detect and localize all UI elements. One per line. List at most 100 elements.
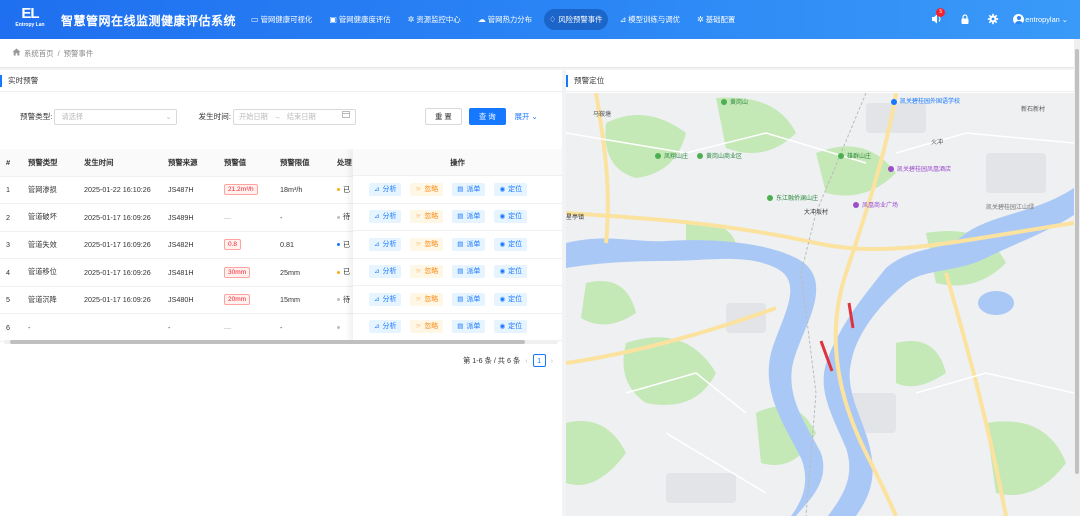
locate-button-label: 定位: [508, 240, 523, 248]
cloud-icon: ☁: [477, 15, 486, 24]
expand-label: 展开: [514, 112, 530, 121]
limit-text: 25mm: [280, 267, 300, 277]
cell-type: -: [24, 313, 80, 342]
dispatch-button[interactable]: ▤ 派单: [452, 320, 486, 334]
cell-status: [333, 313, 353, 342]
ignore-button[interactable]: ☞ 忽略: [410, 237, 444, 251]
dispatch-button-label: 派单: [466, 295, 481, 303]
locate-button[interactable]: ◉ 定位: [494, 265, 528, 279]
user-menu[interactable]: entropylan ⌄: [1013, 13, 1068, 25]
poi-label-l6: 黄岗山商业区: [706, 152, 742, 160]
locate-button[interactable]: ◉ 定位: [494, 182, 528, 196]
cell-time: 2025-01-22 16:10:26: [80, 176, 164, 204]
poi-label-l2: 凯关碧桂园外国语学校: [900, 97, 960, 105]
locate-button[interactable]: ◉ 定位: [494, 237, 528, 251]
cell-type: 管道破坏: [24, 203, 80, 232]
next-page-icon[interactable]: ›: [551, 356, 553, 365]
breadcrumb-home[interactable]: 系统首页: [24, 48, 54, 59]
limit-text: 18m³/h: [280, 185, 303, 195]
alert-type-select[interactable]: 请选择 ⌄: [54, 108, 178, 125]
ops-row: ⊿ 分析 ☞ 忽略 ▤ 派单 ◉ 定位: [353, 204, 562, 231]
dispatch-button[interactable]: ▤ 派单: [452, 210, 486, 224]
analyze-button[interactable]: ⊿ 分析: [369, 320, 402, 334]
page-vertical-scrollbar[interactable]: [1074, 39, 1080, 516]
ignore-button[interactable]: ☞ 忽略: [410, 320, 444, 334]
logo-text: Entropy Lan: [15, 22, 45, 28]
reset-button[interactable]: 重 置: [424, 108, 462, 125]
cell-value: 30mm: [220, 258, 276, 287]
expand-link[interactable]: 展开 ⌄: [515, 111, 538, 122]
column-header: 处理: [333, 149, 353, 177]
status-dot: [337, 243, 340, 247]
limit-text: 15mm: [280, 295, 300, 305]
cell-idx: 5: [0, 286, 24, 314]
page-1-button[interactable]: 1: [532, 354, 546, 367]
notification-bell-icon[interactable]: 5: [931, 8, 946, 25]
idx-text: 1: [6, 185, 10, 195]
nav-item-5[interactable]: ⊿ 模型训练与调优: [615, 9, 685, 30]
ignore-button[interactable]: ☞ 忽略: [410, 265, 444, 279]
dispatch-button[interactable]: ▤ 派单: [452, 265, 486, 279]
nav-item-1[interactable]: ▣ 管网健康度评估: [324, 9, 395, 30]
date-range-picker[interactable]: 开始日期 → 结束日期: [232, 108, 356, 125]
cell-limit: -: [276, 313, 333, 342]
analyze-button[interactable]: ⊿ 分析: [369, 237, 402, 251]
ignore-button[interactable]: ☞ 忽略: [410, 182, 444, 196]
alert-map[interactable]: 黄岗山 凤翔山庄 黄岗山商业区 雄群山庄 东江融侨澜山庄 凯关碧桂园外国语学校 …: [566, 93, 1074, 516]
locate-button[interactable]: ◉ 定位: [494, 292, 528, 306]
prev-page-icon[interactable]: ‹: [525, 356, 527, 365]
locate-button[interactable]: ◉ 定位: [494, 320, 528, 334]
system-title: 智慧管网在线监测健康评估系统: [61, 14, 237, 28]
logo[interactable]: EL Entropy Lan: [8, 5, 52, 35]
dispatch-button[interactable]: ▤ 派单: [452, 292, 486, 306]
cell-limit: 15mm: [276, 286, 333, 314]
nav-item-2[interactable]: ✲ 资源监控中心: [403, 9, 466, 30]
locate-button-label: 定位: [508, 213, 523, 221]
dispatch-button-label: 派单: [466, 185, 481, 193]
cell-type: 管道沉降: [24, 286, 80, 314]
map-panel: 预警定位 黄岗山 凤翔山庄 黄岗山商业区 雄群山庄 东江融侨澜山庄 凯关碧桂园外…: [566, 70, 1074, 516]
location-pin-icon: ◉: [499, 240, 506, 248]
alert-table: # 预警类型 发生时间 预警来源 预警值 预警限值 处理 1 管网渗损 2025-01-22 1…: [0, 149, 562, 343]
value-text: 0.8: [224, 239, 242, 251]
nav-item-4[interactable]: ♢ 风险预警事件: [544, 9, 608, 30]
chart-icon: ⊿: [374, 268, 380, 276]
value-text: —: [224, 322, 232, 332]
locate-button[interactable]: ◉ 定位: [494, 210, 528, 224]
dispatch-button[interactable]: ▤ 派单: [452, 237, 486, 251]
search-button[interactable]: 查 询: [468, 108, 506, 125]
nav-label: 资源监控中心: [416, 15, 461, 24]
horizontal-scrollbar[interactable]: [4, 340, 558, 344]
lock-icon[interactable]: [959, 13, 971, 25]
dispatch-button[interactable]: ▤ 派单: [452, 182, 486, 196]
column-header: 预警限值: [276, 149, 333, 177]
nav-label: 基础配置: [705, 15, 736, 24]
cell-status: 待: [333, 286, 353, 314]
nav-item-6[interactable]: ✲ 基础配置: [692, 9, 740, 30]
ignore-button[interactable]: ☞ 忽略: [410, 292, 444, 306]
chart-icon: ⊿: [374, 240, 380, 248]
limit-text: -: [280, 212, 283, 222]
poi-label-l1: 黄岗山: [730, 98, 748, 106]
ignore-button[interactable]: ☞ 忽略: [410, 210, 444, 224]
lake: [978, 291, 1014, 315]
status-dot: [337, 298, 340, 302]
calendar-icon: [341, 110, 350, 124]
cell-status: 已: [333, 176, 353, 204]
analyze-button[interactable]: ⊿ 分析: [369, 265, 402, 279]
column-header: 预警来源: [164, 149, 220, 177]
scrollbar-thumb[interactable]: [10, 340, 525, 344]
nav-item-3[interactable]: ☁ 管网热力分布: [473, 9, 537, 30]
type-text: 管道移位: [28, 267, 57, 277]
nav-item-0[interactable]: ▭ 管网健康可视化: [246, 9, 317, 30]
scrollbar-thumb[interactable]: [1075, 49, 1079, 474]
analyze-button[interactable]: ⊿ 分析: [369, 292, 402, 306]
monitor-icon: ▭: [251, 15, 259, 24]
type-text: 管道沉降: [28, 294, 57, 304]
settings-gear-icon[interactable]: [987, 13, 999, 25]
analyze-button[interactable]: ⊿ 分析: [369, 182, 402, 196]
analyze-button[interactable]: ⊿ 分析: [369, 210, 402, 224]
operations-column: 操作 ⊿ 分析 ☞ 忽略 ▤ 派单 ◉ 定位 ⊿ 分析 ☞ 忽略 ▤ 派单 ◉ 定位 ⊿ 分析 ☞ 忽略 ▤ 派单 ◉ 定位 ⊿…: [353, 149, 562, 343]
dispatch-button-label: 派单: [466, 323, 481, 331]
poi-label-l3: 新石新村: [1021, 105, 1045, 113]
